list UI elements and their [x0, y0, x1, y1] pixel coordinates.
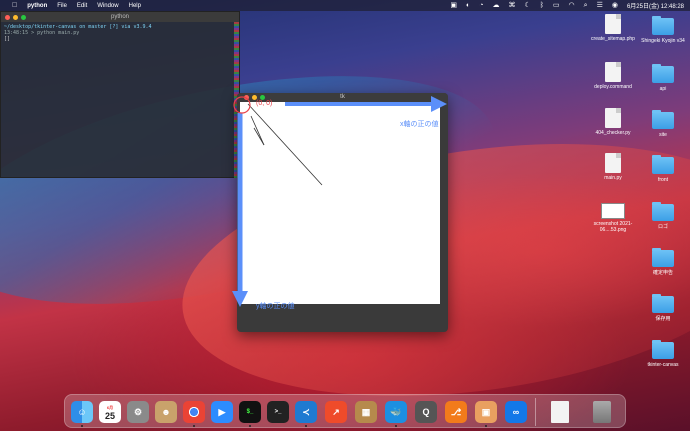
system-preferences-icon[interactable]: ⚙ [127, 401, 149, 423]
desktop-label: create_sitemap.php [591, 36, 635, 42]
desktop-file-create-sitemap[interactable]: create_sitemap.php [589, 14, 637, 42]
desktop-file-404-checker[interactable]: 404_checker.py [589, 108, 637, 136]
origin-label: (0, 0) [256, 100, 273, 107]
running-indicator [395, 425, 397, 427]
terminal-window[interactable]: python ~/desktop/tkinter-canvas on maste… [0, 11, 240, 178]
desktop-folder-storage[interactable]: 保存用 [639, 294, 687, 322]
desktop-file-main-py[interactable]: main.py [589, 153, 637, 181]
control-center-icon[interactable]: ☰ [597, 0, 603, 11]
image-file-icon [601, 203, 625, 219]
chrome-icon[interactable] [183, 401, 205, 423]
status-icon-4[interactable]: ⌘ [508, 0, 515, 11]
desktop-label: 保存用 [655, 316, 671, 322]
folder-icon [652, 294, 674, 313]
tk-window[interactable]: tk (0, 0) x軸の正の値 y軸の正の値 [232, 93, 448, 332]
siri-icon[interactable]: ◉ [612, 0, 618, 11]
trash-icon[interactable] [593, 401, 611, 423]
zoom-icon[interactable]: ▶ [211, 401, 233, 423]
desktop-label: screenshot 2021-06....53.png [593, 221, 633, 233]
wifi-icon[interactable]: ◠ [569, 0, 575, 11]
status-icon-2[interactable]: ◐ [466, 0, 470, 11]
desktop-label: ロゴ [657, 224, 668, 230]
archive-utility-icon[interactable]: ▦ [355, 401, 377, 423]
menu-edit[interactable]: Edit [77, 3, 87, 9]
desktop-label: 404_checker.py [595, 130, 631, 136]
terminal-icon[interactable]: >_ [267, 401, 289, 423]
desktop-folder-front[interactable]: front [639, 155, 687, 183]
running-indicator [485, 425, 487, 427]
desktop-label: api [659, 86, 667, 92]
status-icon-3[interactable]: ◔ [479, 0, 483, 11]
terminal-output[interactable]: ~/desktop/tkinter-canvas on master [?] v… [1, 22, 239, 44]
x-axis-arrowhead [431, 96, 447, 112]
menu-clock[interactable]: 6月25日(金) 12:48:28 [627, 1, 684, 10]
desktop-folder-api[interactable]: api [639, 64, 687, 92]
sourcetree-icon[interactable]: ⎇ [445, 401, 467, 423]
desktop-folder-tax[interactable]: 確定申告 [639, 248, 687, 276]
folder-icon [652, 155, 674, 174]
dock: ☺ 6月 25 ⚙ ☻ ▶ $_ >_ ≺ ↗ ▦ 🐳 Q ⎇ ▣ ∞ [64, 394, 626, 428]
php-file-icon [605, 14, 621, 34]
desktop-label: Shingeki Kyojin v34 [641, 38, 685, 44]
running-indicator [81, 425, 83, 427]
y-axis-label: y軸の正の値 [256, 303, 295, 310]
folder-icon [652, 16, 674, 35]
menu-help[interactable]: Help [129, 3, 141, 9]
docker-icon[interactable]: 🐳 [385, 401, 407, 423]
terminal-titlebar[interactable]: python [1, 12, 239, 22]
running-indicator [249, 425, 251, 427]
menu-bar:  python File Edit Window Help ▣ ◐ ◔ ☁ ⌘… [0, 0, 690, 11]
python-file-icon [605, 108, 621, 128]
folder-icon [652, 248, 674, 267]
folder-icon [652, 340, 674, 359]
python-file-icon [605, 153, 621, 173]
instruments-icon[interactable]: ↗ [325, 401, 347, 423]
desktop-folder-shingeki[interactable]: Shingeki Kyojin v34 [639, 16, 687, 44]
desktop-label: tkinter-canvas [647, 362, 679, 368]
command-file-icon [605, 62, 621, 82]
desktop-folder-tkinter-canvas[interactable]: tkinter-canvas [639, 340, 687, 368]
cloud-icon[interactable]: ☁ [492, 0, 499, 11]
finder-icon[interactable]: ☺ [71, 401, 93, 423]
origin-circle [233, 96, 251, 114]
folder-icon [652, 202, 674, 221]
infinity-icon[interactable]: ∞ [505, 401, 527, 423]
desktop-label: 確定申告 [652, 270, 673, 276]
bluetooth-icon[interactable]: ᛒ [540, 0, 544, 11]
calendar-day: 25 [104, 411, 115, 421]
quicktime-icon[interactable]: Q [415, 401, 437, 423]
document-icon[interactable] [551, 401, 569, 423]
desktop-file-screenshot[interactable]: screenshot 2021-06....53.png [589, 203, 637, 233]
contacts-icon[interactable]: ☻ [155, 401, 177, 423]
menu-app-name[interactable]: python [27, 3, 47, 9]
apple-icon[interactable]:  [12, 0, 17, 11]
terminal-title: python [110, 14, 129, 20]
desktop-label: deploy.command [594, 84, 632, 90]
folder-icon [652, 110, 674, 129]
battery-icon[interactable]: ▭ [553, 0, 560, 11]
running-indicator [305, 425, 307, 427]
menu-file[interactable]: File [57, 3, 67, 9]
desktop-label: front [657, 177, 668, 183]
calendar-icon[interactable]: 6月 25 [99, 401, 121, 423]
x-axis-label: x軸の正の値 [400, 121, 439, 128]
desktop-folder-site[interactable]: site [639, 110, 687, 138]
folder-icon [652, 64, 674, 83]
dock-divider [535, 398, 536, 426]
desktop-label: site [659, 132, 667, 138]
search-icon[interactable]: ⌕ [584, 0, 588, 11]
terminal-output-line: [] [4, 36, 11, 42]
running-indicator [193, 425, 195, 427]
desktop-file-deploy[interactable]: deploy.command [589, 62, 637, 90]
preview-icon[interactable]: ▣ [475, 401, 497, 423]
menu-window[interactable]: Window [97, 3, 118, 9]
status-icon-5[interactable]: ☾ [524, 0, 530, 11]
iterm-icon[interactable]: $_ [239, 401, 261, 423]
vscode-icon[interactable]: ≺ [295, 401, 317, 423]
desktop-folder-logo[interactable]: ロゴ [639, 202, 687, 230]
desktop-label: main.py [604, 175, 622, 181]
status-icon-1[interactable]: ▣ [450, 0, 457, 11]
